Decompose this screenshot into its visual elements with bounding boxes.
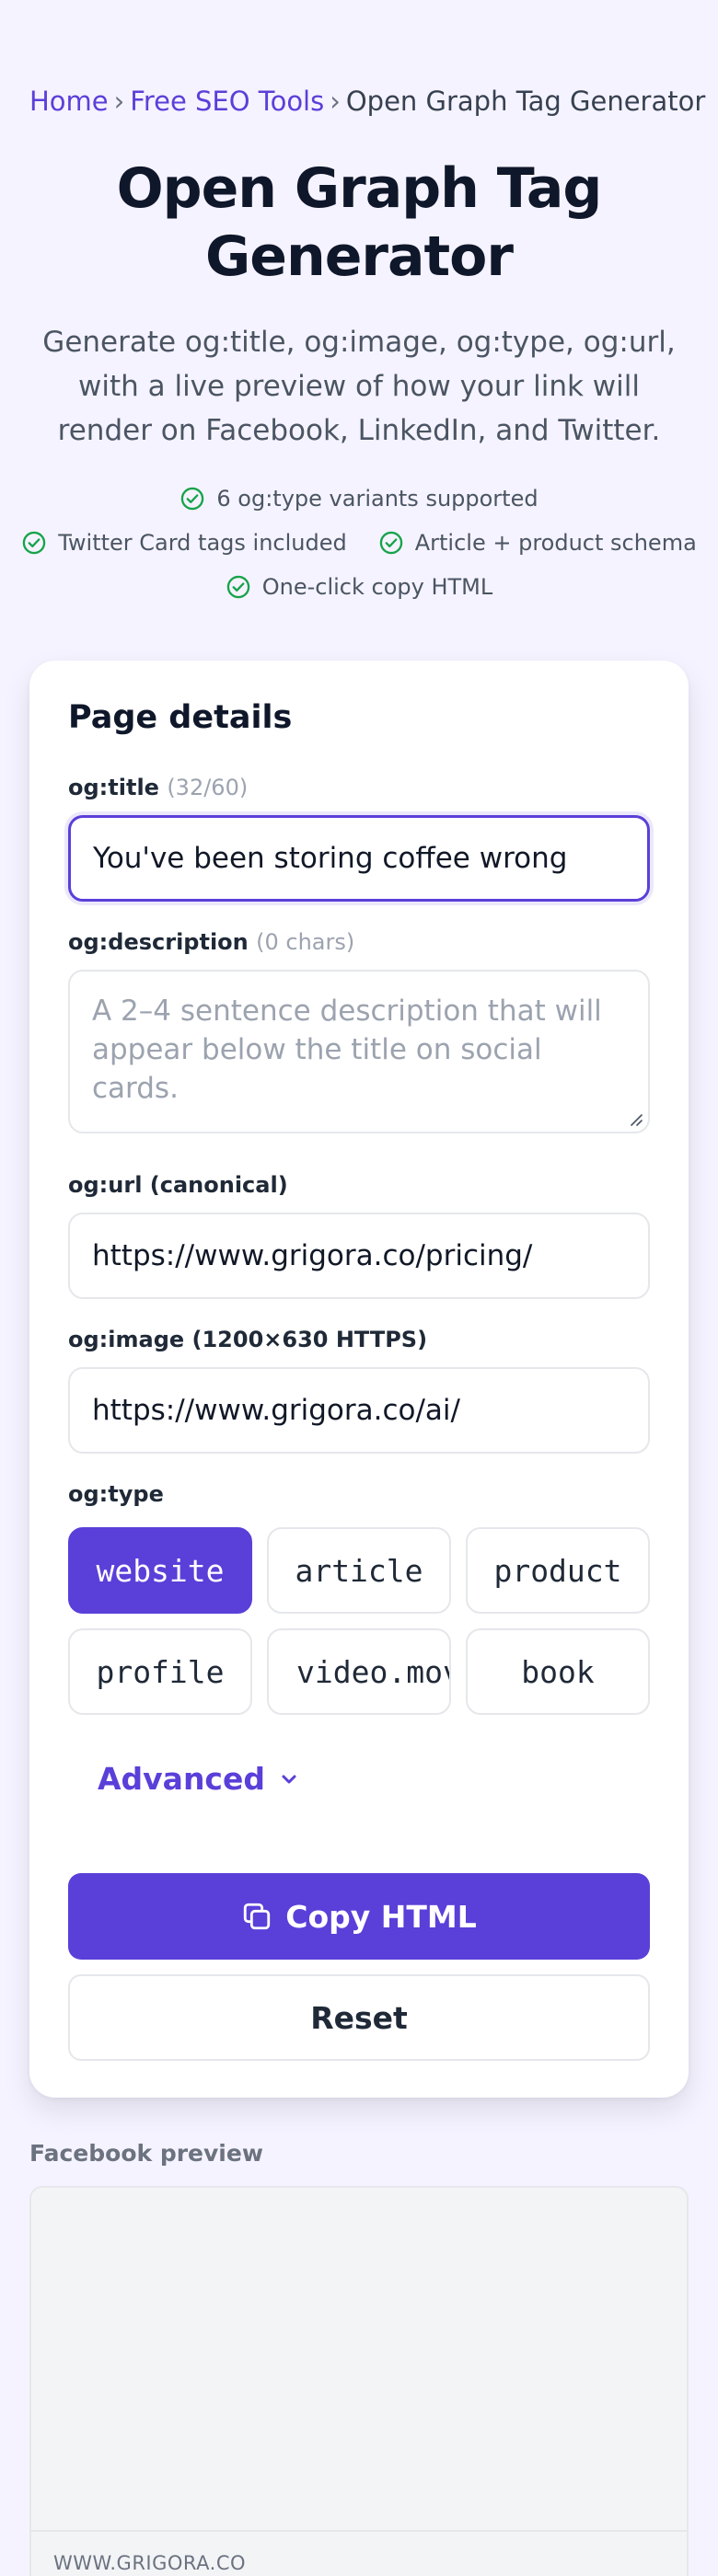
feature-text: 6 og:type variants supported	[216, 486, 538, 512]
og-description-char-count: (0 chars)	[256, 929, 355, 955]
check-circle-icon	[22, 531, 46, 555]
og-description-textarea[interactable]: A 2–4 sentence description that will app…	[68, 970, 650, 1133]
og-title-label: og:title (32/60)	[68, 775, 248, 800]
page-subtitle: Generate og:title, og:image, og:type, og…	[42, 326, 676, 447]
check-circle-icon	[226, 575, 249, 599]
facebook-preview-image	[31, 2188, 687, 2532]
og-title-input[interactable]: You've been storing coffee wrong	[68, 815, 650, 902]
breadcrumb-current: Open Graph Tag Generator	[345, 86, 706, 117]
og-description-label: og:description (0 chars)	[68, 929, 354, 955]
breadcrumb-tools-link[interactable]: Free SEO Tools	[130, 86, 324, 117]
breadcrumb: Home › Free SEO Tools › Open Graph Tag Gener…	[29, 81, 705, 121]
facebook-preview-domain: WWW.GRIGORA.CO	[53, 2552, 247, 2574]
feature-item: Twitter Card tags included	[21, 530, 347, 556]
copy-icon	[244, 1903, 271, 1930]
facebook-preview-label: Facebook preview	[29, 2140, 263, 2167]
og-image-input[interactable]: https://www.grigora.co/ai/	[68, 1367, 650, 1454]
og-type-selector: website article product profile video.mo…	[68, 1527, 650, 1715]
og-type-option-book[interactable]: book	[466, 1628, 650, 1715]
og-description-placeholder: A 2–4 sentence description that will app…	[92, 995, 602, 1105]
copy-html-button[interactable]: Copy HTML	[68, 1873, 650, 1960]
breadcrumb-home-link[interactable]: Home	[29, 86, 109, 117]
check-circle-icon	[379, 531, 402, 555]
og-url-value: https://www.grigora.co/pricing/	[92, 1239, 533, 1272]
feature-text: Article + product schema	[414, 530, 697, 556]
page-details-card: Page details og:title (32/60) You've bee…	[29, 661, 689, 2098]
og-type-option-website[interactable]: website	[68, 1527, 252, 1614]
og-description-label-text: og:description	[68, 929, 249, 955]
feature-item: One-click copy HTML	[226, 574, 493, 600]
card-heading: Page details	[68, 699, 293, 736]
og-type-option-profile[interactable]: profile	[68, 1628, 252, 1715]
chevron-down-icon	[282, 1775, 296, 1783]
copy-html-label: Copy HTML	[285, 1898, 477, 1935]
og-type-option-product[interactable]: product	[466, 1527, 650, 1614]
og-image-value: https://www.grigora.co/ai/	[92, 1394, 460, 1427]
og-title-char-count: (32/60)	[167, 775, 249, 800]
page-title: Open Graph Tag Generator	[116, 156, 603, 289]
og-url-label: og:url (canonical)	[68, 1172, 288, 1198]
advanced-toggle[interactable]: Advanced	[98, 1761, 300, 1797]
feature-item: Article + product schema	[378, 530, 697, 556]
og-url-input[interactable]: https://www.grigora.co/pricing/	[68, 1213, 650, 1299]
feature-item: 6 og:type variants supported	[180, 486, 538, 512]
og-type-label: og:type	[68, 1481, 164, 1507]
advanced-label: Advanced	[98, 1761, 265, 1797]
og-title-value: You've been storing coffee wrong	[93, 842, 568, 875]
check-circle-icon	[181, 487, 204, 511]
facebook-preview-card: WWW.GRIGORA.CO	[29, 2186, 689, 2576]
breadcrumb-separator: ›	[113, 86, 125, 117]
feature-text: Twitter Card tags included	[58, 530, 347, 556]
feature-list: 6 og:type variants supported Twitter Car…	[0, 477, 718, 609]
og-image-label: og:image (1200×630 HTTPS)	[68, 1327, 428, 1352]
breadcrumb-separator: ›	[330, 86, 341, 117]
og-type-option-article[interactable]: article	[267, 1527, 451, 1614]
og-type-option-video-movie[interactable]: video.movie	[267, 1628, 451, 1715]
resize-grip-icon[interactable]	[628, 1111, 643, 1126]
feature-text: One-click copy HTML	[261, 574, 493, 600]
reset-button[interactable]: Reset	[68, 1974, 650, 2061]
og-title-label-text: og:title	[68, 775, 159, 800]
